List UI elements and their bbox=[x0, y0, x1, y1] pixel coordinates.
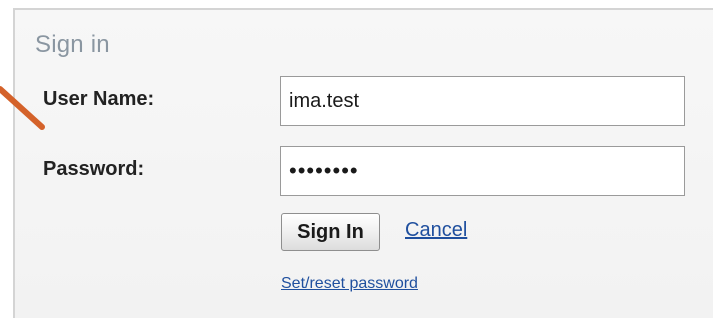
cancel-link[interactable]: Cancel bbox=[405, 219, 467, 242]
password-input[interactable] bbox=[280, 146, 685, 196]
password-label: Password: bbox=[43, 158, 145, 180]
signin-button[interactable]: Sign In bbox=[281, 213, 380, 251]
signin-panel: Sign in User Name: Password: Sign In Can… bbox=[13, 8, 713, 318]
reset-password-link[interactable]: Set/reset password bbox=[281, 275, 418, 293]
annotation-arrow-icon bbox=[0, 86, 45, 130]
login-screen: Sign in User Name: Password: Sign In Can… bbox=[0, 0, 713, 318]
username-input[interactable] bbox=[280, 76, 685, 126]
